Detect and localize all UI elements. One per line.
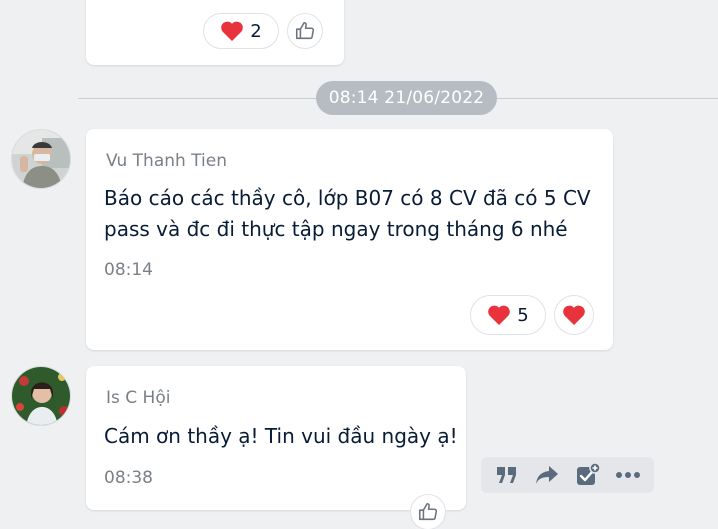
add-task-icon	[575, 462, 601, 488]
share-icon	[535, 464, 559, 486]
share-button[interactable]	[532, 460, 562, 490]
avatar[interactable]	[11, 129, 71, 189]
thumbs-up-icon	[417, 501, 439, 523]
heart-count: 5	[517, 304, 529, 326]
heart-react-button[interactable]	[554, 295, 594, 335]
heart-count: 2	[250, 20, 262, 42]
sender-name: Is C Hội	[106, 388, 171, 408]
like-button[interactable]	[287, 13, 323, 49]
quote-icon	[496, 465, 518, 485]
message-line: pass và đc đi thực tập ngay trong tháng …	[104, 217, 568, 241]
message-time: 08:38	[104, 468, 153, 488]
message-line: Cám ơn thầy ạ! Tin vui đầu ngày ạ!	[104, 424, 458, 448]
thumbs-up-icon	[294, 20, 316, 42]
heart-reaction-summary[interactable]: 5	[470, 295, 546, 335]
add-task-button[interactable]	[573, 460, 603, 490]
time-divider-chip: 08:14 21/06/2022	[316, 81, 497, 115]
message-time: 08:14	[104, 260, 153, 280]
avatar[interactable]	[11, 366, 71, 426]
message-card[interactable]: Is C Hội Cám ơn thầy ạ! Tin vui đầu ngày…	[86, 366, 466, 510]
like-button[interactable]	[410, 494, 446, 529]
quote-button[interactable]	[492, 460, 522, 490]
sender-name: Vu Thanh Tien	[106, 151, 228, 171]
heart-icon	[220, 20, 244, 42]
message-line: Báo cáo các thầy cô, lớp B07 có 8 CV đã …	[104, 186, 591, 210]
message-action-toolbar	[481, 457, 654, 493]
heart-reaction-summary[interactable]: 2	[203, 13, 279, 49]
heart-icon	[562, 304, 586, 326]
heart-icon	[487, 304, 511, 326]
more-button[interactable]	[613, 460, 643, 490]
more-icon	[615, 471, 641, 479]
chat-window: 2 08:14 21/06/2022 Vu Thanh Tien Báo cáo…	[0, 0, 718, 529]
